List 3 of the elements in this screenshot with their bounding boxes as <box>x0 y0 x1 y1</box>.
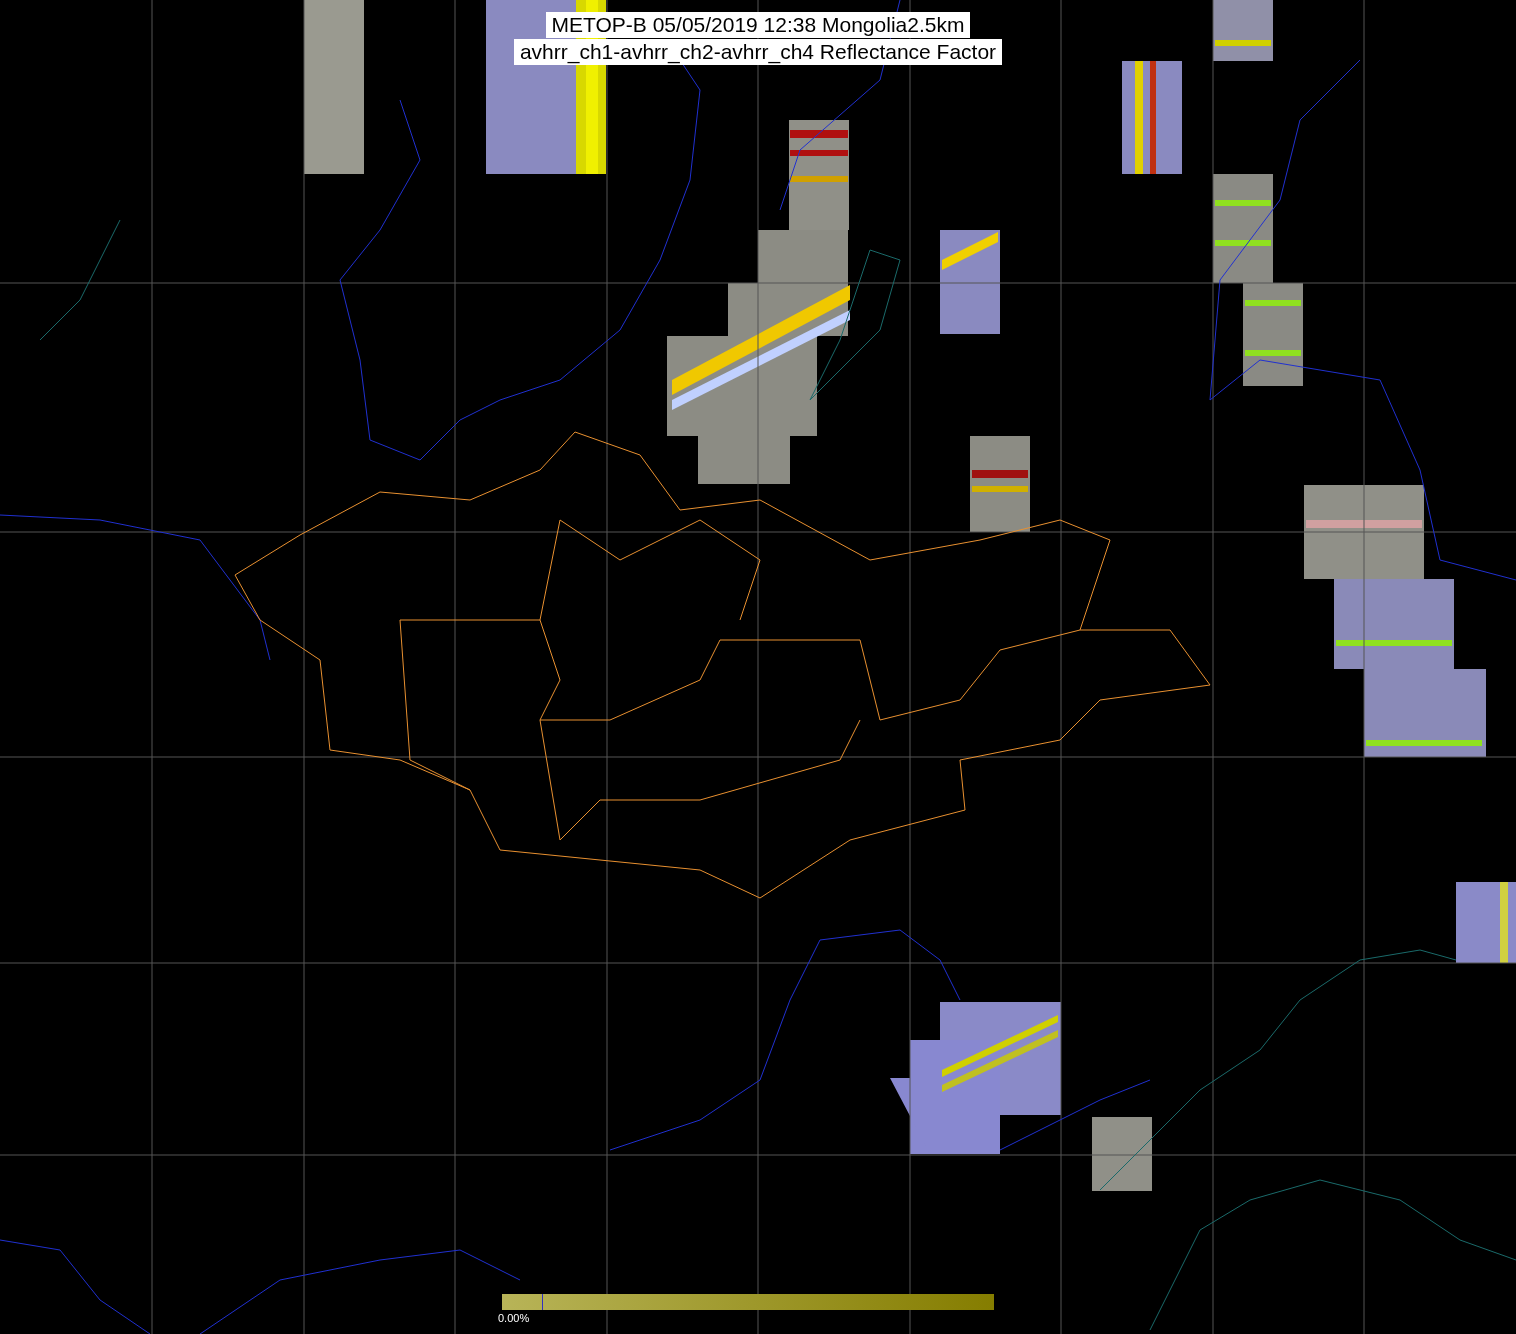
map-title: METOP-B 05/05/2019 12:38 Mongolia2.5km <box>545 12 971 38</box>
map-subtitle: avhrr_ch1-avhrr_ch2-avhrr_ch4 Reflectance Factor <box>513 39 1003 65</box>
scale-min-label: 0.00% <box>498 1312 530 1324</box>
